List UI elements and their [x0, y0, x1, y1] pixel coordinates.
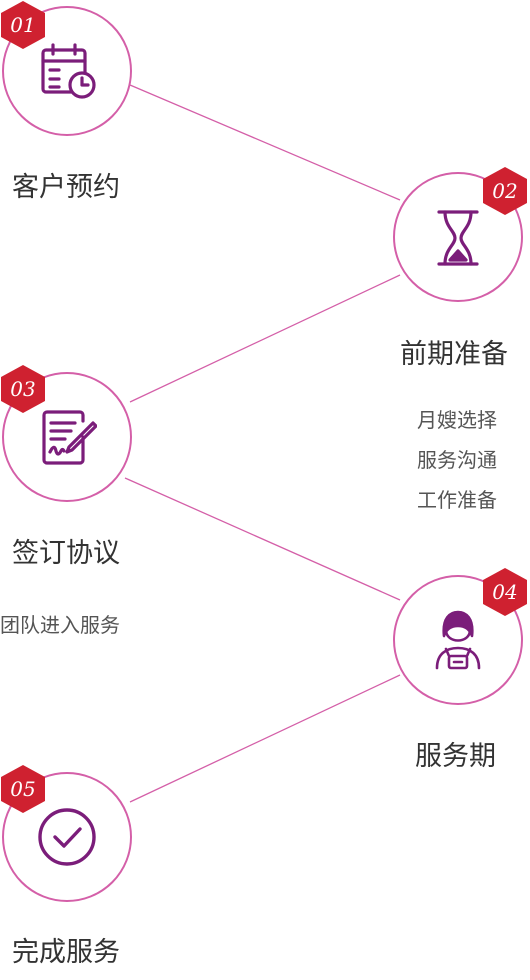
- step-detail: 工作准备: [417, 488, 497, 512]
- connector-line: [124, 477, 401, 601]
- step-number-badge: 01: [0, 0, 46, 50]
- step-detail: 团队进入服务: [0, 613, 120, 637]
- step-number-badge: 04: [482, 567, 528, 617]
- nanny-icon: [435, 610, 481, 670]
- step-number-badge: 05: [0, 764, 46, 814]
- step-number: 05: [10, 777, 36, 801]
- calendar-clock-icon: [41, 43, 96, 99]
- step-number: 02: [492, 179, 518, 203]
- step-number-badge: 02: [482, 166, 528, 216]
- step-number: 01: [10, 13, 36, 37]
- step-detail: 月嫂选择: [417, 408, 497, 432]
- step-number: 04: [492, 580, 518, 604]
- step-title: 完成服务: [12, 937, 120, 968]
- step-detail: 服务沟通: [417, 448, 497, 472]
- step-title: 服务期: [415, 741, 496, 772]
- check-circle-icon: [38, 808, 96, 866]
- step-title: 前期准备: [400, 339, 508, 370]
- step-number-badge: 03: [0, 364, 46, 414]
- step-number: 03: [10, 377, 36, 401]
- connector-line: [129, 84, 401, 201]
- step-title: 签订协议: [12, 538, 120, 569]
- contract-sign-icon: [42, 410, 97, 465]
- hourglass-icon: [437, 210, 479, 266]
- connector-line: [129, 674, 401, 803]
- step-title: 客户预约: [12, 172, 120, 203]
- connector-line: [129, 274, 401, 403]
